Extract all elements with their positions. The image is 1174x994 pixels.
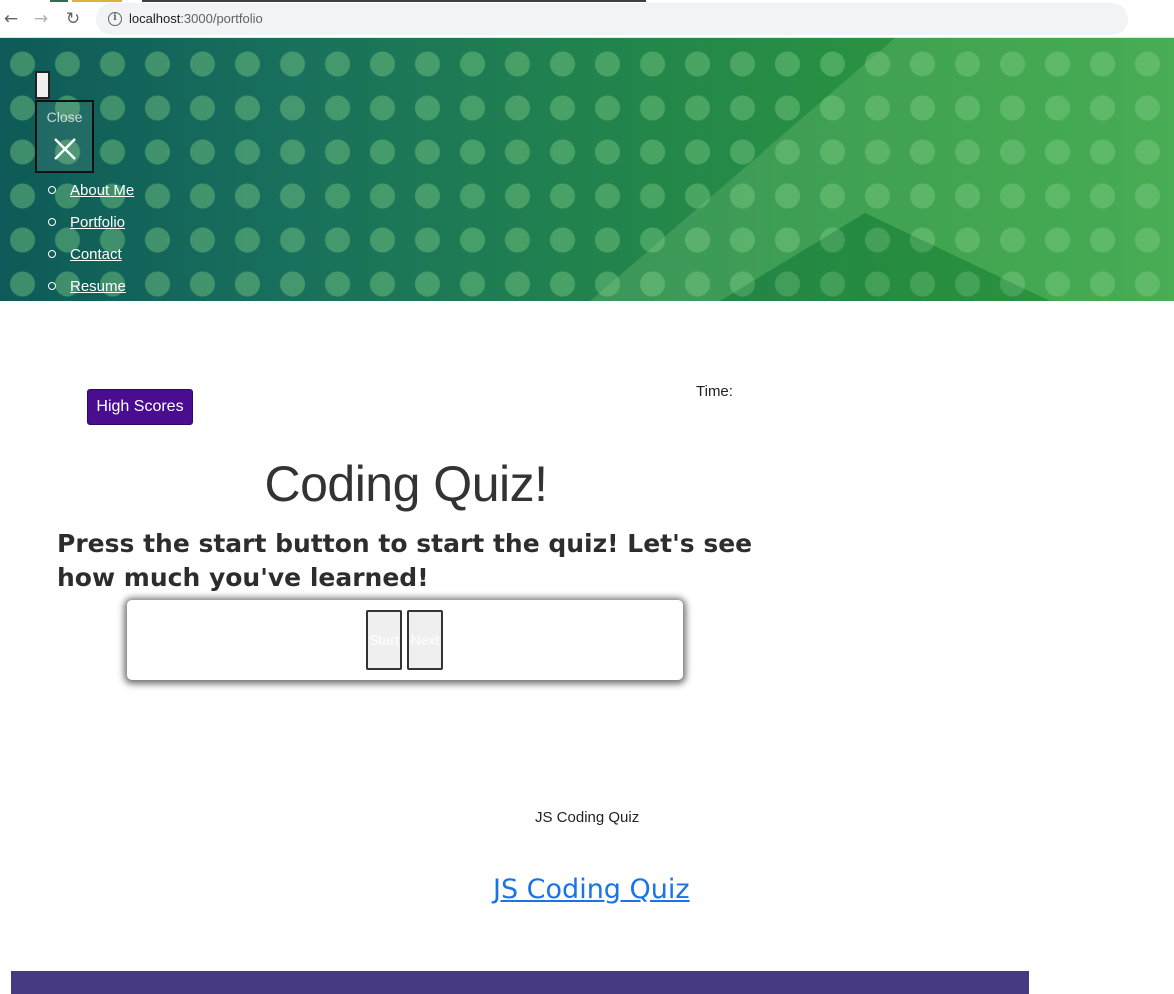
menu-toggle-button[interactable] xyxy=(35,71,50,99)
quiz-title: Coding Quiz! xyxy=(264,456,548,512)
hero-banner: Close About Me Portfolio Contact Resume xyxy=(0,38,1174,301)
nav-item-contact: Contact xyxy=(48,238,134,270)
close-icon xyxy=(54,138,76,160)
site-nav: About Me Portfolio Contact Resume xyxy=(48,174,134,301)
nav-item-about-me: About Me xyxy=(48,174,134,206)
nav-link-contact[interactable]: Contact xyxy=(70,246,122,263)
nav-link-resume[interactable]: Resume xyxy=(70,278,126,295)
tab-indicator xyxy=(72,0,122,2)
nav-item-portfolio: Portfolio xyxy=(48,206,134,238)
nav-link-about-me[interactable]: About Me xyxy=(70,182,134,199)
hero-chevron-shape xyxy=(590,38,1174,301)
info-icon[interactable]: i xyxy=(108,12,122,26)
next-button[interactable]: Next xyxy=(407,610,443,670)
tab-indicator xyxy=(50,0,68,2)
bullet-icon xyxy=(48,250,56,258)
close-menu-button[interactable]: Close xyxy=(35,100,94,173)
address-bar[interactable]: i localhost:3000/portfolio xyxy=(96,3,1128,35)
high-scores-button[interactable]: High Scores xyxy=(87,389,193,425)
project-caption: JS Coding Quiz xyxy=(535,809,640,826)
start-button[interactable]: Start xyxy=(366,610,402,670)
reload-icon[interactable]: ↻ xyxy=(62,8,84,30)
timer-label: Time: xyxy=(696,383,733,400)
url-host: localhost xyxy=(129,11,181,26)
quiz-intro: Press the start button to start the quiz… xyxy=(57,529,753,592)
close-label: Close xyxy=(46,109,83,125)
project-link[interactable]: JS Coding Quiz xyxy=(493,874,690,905)
browser-toolbar: ← → ↻ i localhost:3000/portfolio xyxy=(0,0,1174,38)
back-arrow-icon[interactable]: ← xyxy=(0,8,22,30)
url-text: localhost:3000/portfolio xyxy=(129,11,263,26)
quiz-card: Start Next xyxy=(127,600,683,680)
bullet-icon xyxy=(48,218,56,226)
tab-indicator xyxy=(142,0,646,2)
forward-arrow-icon[interactable]: → xyxy=(30,8,52,30)
url-path: :3000/portfolio xyxy=(180,11,263,26)
footer-bar xyxy=(11,971,1029,994)
nav-item-resume: Resume xyxy=(48,270,134,301)
bullet-icon xyxy=(48,186,56,194)
nav-link-portfolio[interactable]: Portfolio xyxy=(70,214,125,231)
bullet-icon xyxy=(48,282,56,290)
